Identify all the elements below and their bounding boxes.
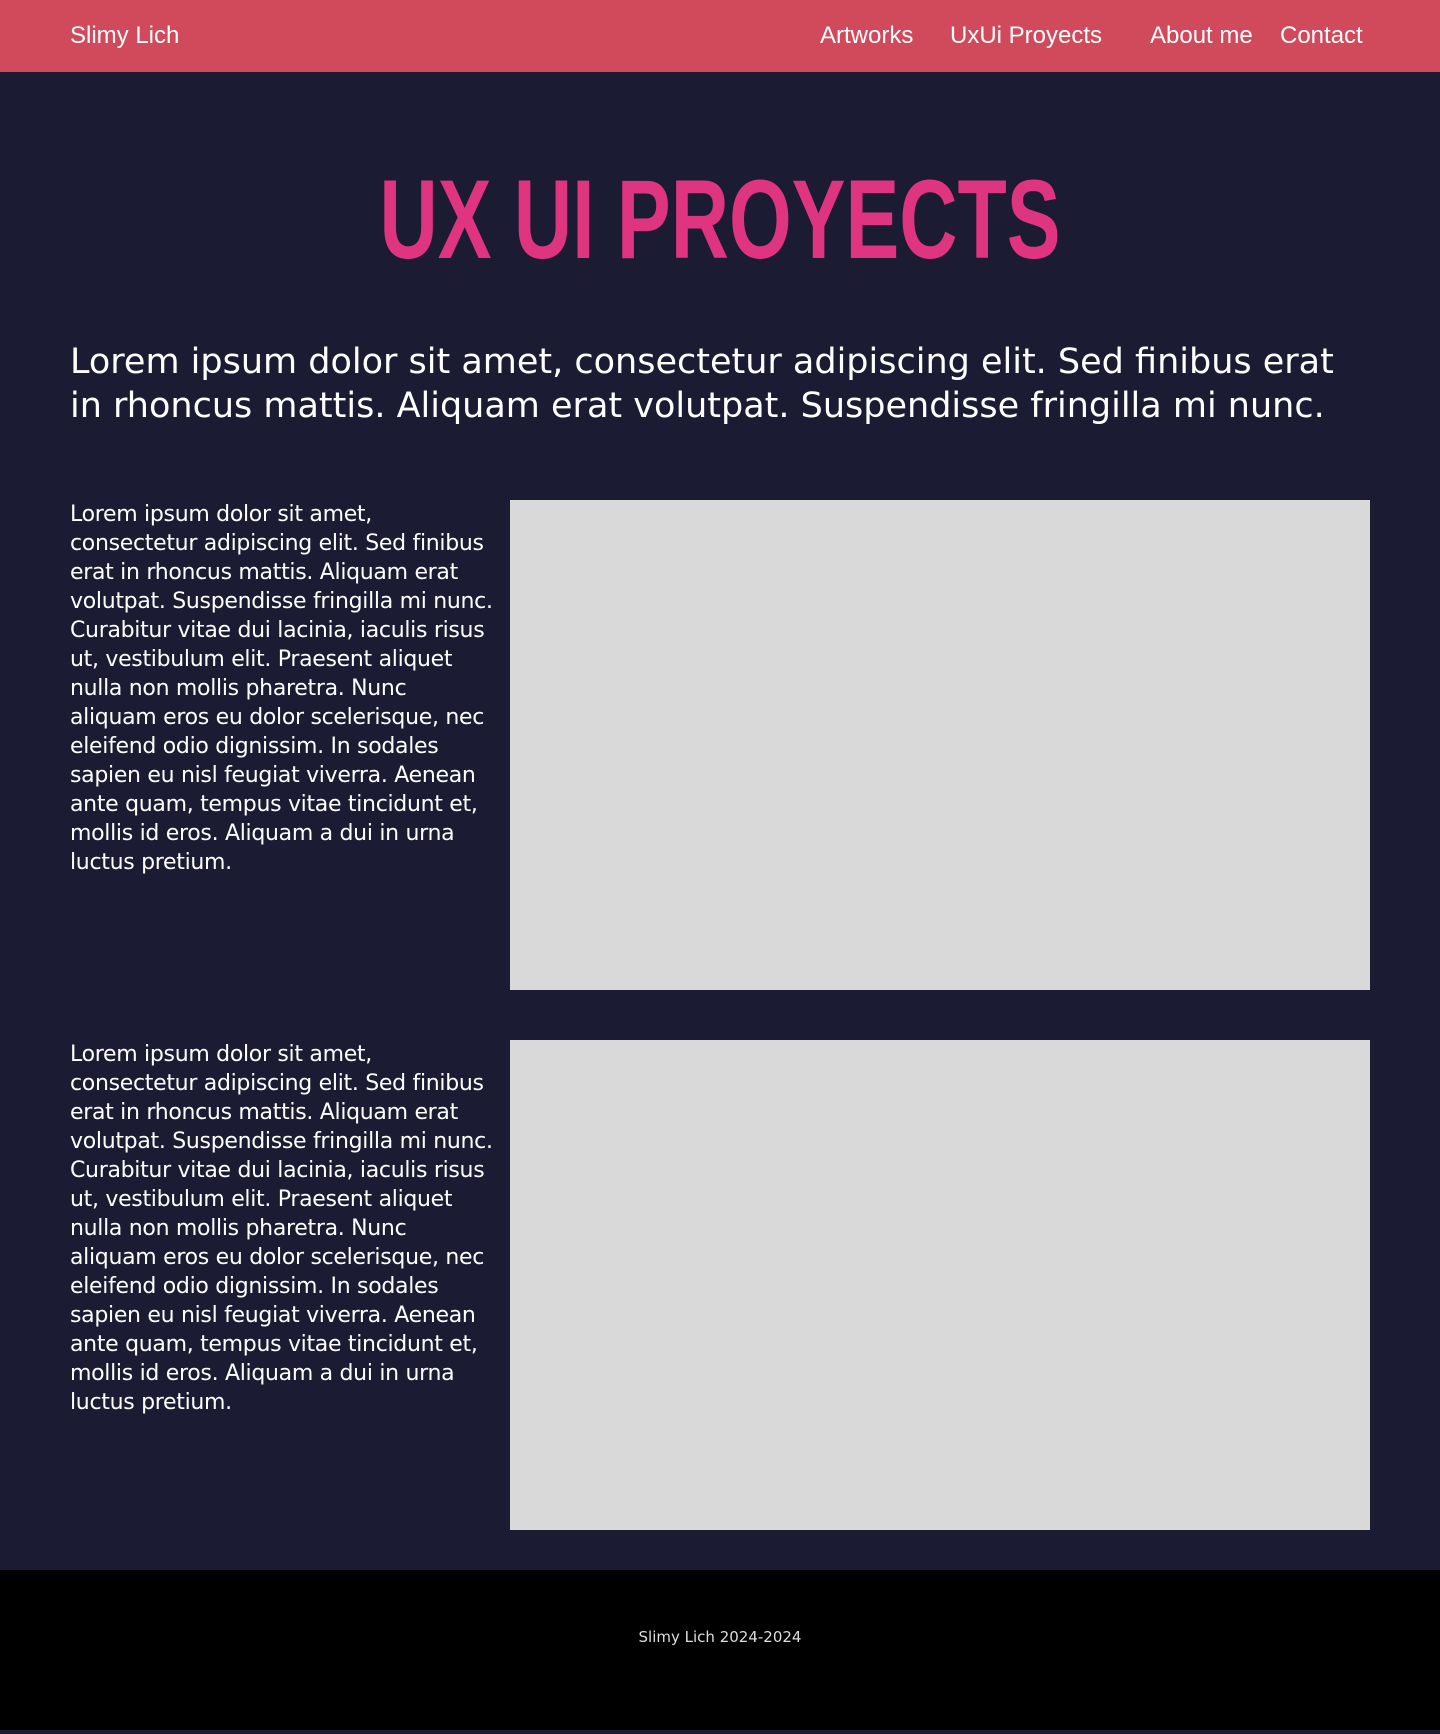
project-description-2: Lorem ipsum dolor sit amet, consectetur … <box>70 1042 493 1415</box>
project-description-1: Lorem ipsum dolor sit amet, consectetur … <box>70 502 493 875</box>
nav-link-about-me[interactable]: About me <box>1150 21 1253 51</box>
nav-link-artworks[interactable]: Artworks <box>820 21 913 51</box>
project-image-placeholder-1 <box>510 500 1370 990</box>
footer-copyright: Slimy Lich 2024-2024 <box>638 1628 802 1646</box>
nav-link-contact[interactable]: Contact <box>1280 21 1363 51</box>
nav-link-uxui-proyects[interactable]: UxUi Proyects <box>950 21 1102 51</box>
project-image-placeholder-2 <box>510 1040 1370 1530</box>
page-title: UX UI PROYECTS <box>379 157 1061 282</box>
intro-paragraph: Lorem ipsum dolor sit amet, consectetur … <box>70 342 1334 426</box>
footer: Slimy Lich 2024-2024 <box>0 1570 1440 1730</box>
top-navbar: Slimy Lich Artworks UxUi Proyects About … <box>0 0 1440 72</box>
brand-link[interactable]: Slimy Lich <box>70 21 179 51</box>
